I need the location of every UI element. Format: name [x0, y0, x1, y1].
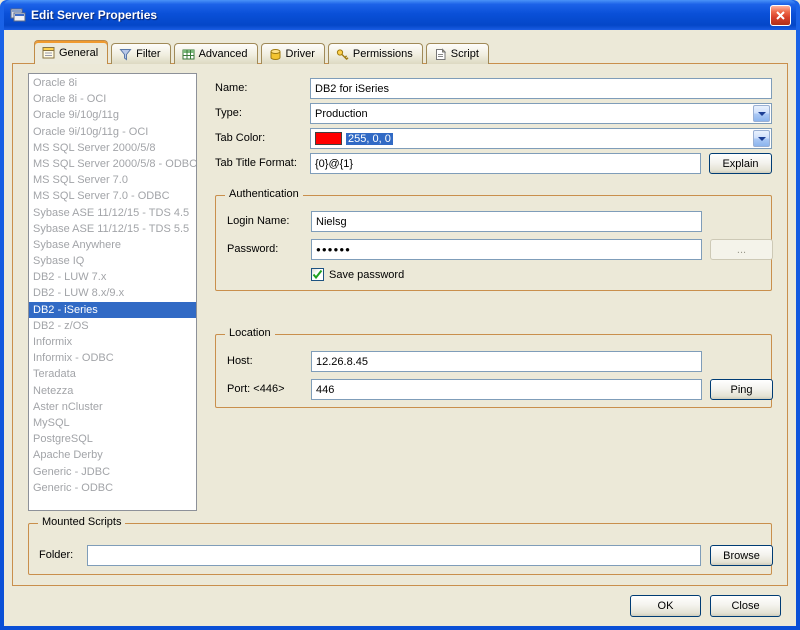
password-row: Password: ...: [216, 239, 773, 260]
list-item[interactable]: Netezza: [29, 383, 196, 399]
tab-label: Filter: [136, 48, 161, 60]
tab-title-format-row: Tab Title Format: Explain: [13, 153, 787, 174]
list-item[interactable]: Sybase IQ: [29, 253, 196, 269]
list-item[interactable]: Sybase Anywhere: [29, 237, 196, 253]
list-item[interactable]: DB2 - iSeries: [29, 301, 196, 318]
tab-label: Advanced: [198, 48, 248, 60]
tab-advanced[interactable]: Advanced: [173, 43, 258, 64]
general-tab-panel: Oracle 8i Oracle 8i - OCI Oracle 9i/10g/11…: [12, 63, 788, 586]
save-password-checkbox[interactable]: [311, 268, 324, 281]
ok-button[interactable]: OK: [630, 595, 701, 617]
tab-driver[interactable]: Driver: [260, 43, 325, 64]
list-item[interactable]: DB2 - LUW 7.x: [29, 269, 196, 285]
list-item[interactable]: PostgreSQL: [29, 431, 196, 447]
type-select[interactable]: Production: [310, 103, 772, 124]
authentication-group-title: Authentication: [225, 188, 303, 200]
list-item[interactable]: Aster nCluster: [29, 399, 196, 415]
explain-button[interactable]: Explain: [709, 153, 772, 174]
tab-color-text: 255, 0, 0: [346, 132, 393, 145]
titlebar[interactable]: Edit Server Properties: [4, 0, 796, 30]
tab-color-dropdown-button[interactable]: [753, 130, 770, 147]
check-icon: [312, 269, 323, 280]
list-item[interactable]: MySQL: [29, 415, 196, 431]
filter-tab-icon: [119, 48, 132, 61]
advanced-tab-icon: [182, 48, 195, 61]
folder-label: Folder:: [39, 549, 74, 561]
list-item[interactable]: MS SQL Server 7.0: [29, 172, 196, 188]
location-group-title: Location: [225, 327, 275, 339]
port-row: Port: <446> Ping: [216, 379, 773, 400]
dialog-body: General Filter Advanced Driver Permissio…: [4, 30, 796, 626]
list-item[interactable]: DB2 - z/OS: [29, 318, 196, 334]
tab-label: Script: [450, 48, 479, 60]
tabbar: General Filter Advanced Driver Permissio…: [34, 40, 492, 64]
folder-input[interactable]: [87, 545, 701, 566]
type-dropdown-button[interactable]: [753, 105, 770, 122]
script-tab-icon: [434, 47, 447, 61]
permissions-tab-icon: [336, 48, 349, 61]
password-label: Password:: [227, 243, 279, 255]
name-row: Name:: [13, 78, 787, 99]
tab-general[interactable]: General: [34, 40, 109, 64]
close-icon: [776, 10, 785, 20]
host-row: Host:: [216, 351, 771, 372]
login-name-label: Login Name:: [227, 215, 290, 227]
list-item[interactable]: MS SQL Server 7.0 - ODBC: [29, 188, 196, 204]
tab-color-value: 255, 0, 0: [311, 132, 752, 145]
host-label: Host:: [227, 355, 253, 367]
name-label: Name:: [215, 82, 248, 94]
browse-button[interactable]: Browse: [710, 545, 773, 566]
list-item[interactable]: Sybase ASE 11/12/15 - TDS 5.5: [29, 221, 196, 237]
list-item[interactable]: Generic - JDBC: [29, 464, 196, 480]
close-dialog-button[interactable]: Close: [710, 595, 781, 617]
tab-permissions[interactable]: Permissions: [327, 43, 423, 64]
close-button[interactable]: [770, 4, 791, 26]
type-row: Type: Production: [13, 103, 787, 124]
chevron-down-icon: [757, 136, 766, 141]
tab-title-format-input[interactable]: [310, 153, 701, 174]
type-label: Type:: [215, 107, 242, 119]
chevron-down-icon: [757, 111, 766, 116]
general-tab-icon: [42, 46, 55, 59]
mounted-scripts-group-title: Mounted Scripts: [38, 516, 126, 528]
location-group: Location Host: Port: <446> Ping: [215, 327, 773, 408]
port-label: Port: <446>: [227, 383, 285, 395]
mounted-scripts-group: Mounted Scripts Folder: Browse: [28, 516, 773, 575]
list-item[interactable]: Informix: [29, 334, 196, 350]
list-item[interactable]: Generic - ODBC: [29, 480, 196, 496]
list-item[interactable]: Teradata: [29, 366, 196, 382]
tab-filter[interactable]: Filter: [111, 43, 171, 64]
app-icon: [10, 7, 26, 23]
port-input[interactable]: [311, 379, 702, 400]
tab-label: Permissions: [352, 48, 413, 60]
host-input[interactable]: [311, 351, 702, 372]
authentication-group: Authentication Login Name: Password: ...…: [215, 188, 773, 291]
driver-tab-icon: [269, 48, 282, 61]
list-item[interactable]: Informix - ODBC: [29, 350, 196, 366]
type-value: Production: [315, 107, 368, 120]
list-item[interactable]: Apache Derby: [29, 447, 196, 463]
tab-title-format-label: Tab Title Format:: [215, 157, 297, 169]
tab-label: General: [59, 46, 99, 59]
tab-script[interactable]: Script: [425, 43, 489, 64]
password-input[interactable]: [311, 239, 702, 260]
window-title: Edit Server Properties: [31, 8, 158, 22]
login-name-input[interactable]: [311, 211, 702, 232]
save-password-label: Save password: [329, 269, 405, 281]
color-swatch: [315, 132, 342, 145]
folder-row: Folder: Browse: [29, 545, 773, 566]
list-item[interactable]: DB2 - LUW 8.x/9.x: [29, 285, 196, 301]
edit-server-properties-dialog: Edit Server Properties General Filter Ad…: [0, 0, 800, 630]
login-name-row: Login Name:: [216, 211, 771, 232]
list-item[interactable]: Sybase ASE 11/12/15 - TDS 4.5: [29, 205, 196, 221]
tab-color-row: Tab Color: 255, 0, 0: [13, 128, 787, 149]
password-browse-button[interactable]: ...: [710, 239, 773, 260]
tab-color-select[interactable]: 255, 0, 0: [310, 128, 772, 149]
ping-button[interactable]: Ping: [710, 379, 773, 400]
name-input[interactable]: [310, 78, 772, 99]
tab-label: Driver: [285, 48, 315, 60]
tab-color-label: Tab Color:: [215, 132, 266, 144]
